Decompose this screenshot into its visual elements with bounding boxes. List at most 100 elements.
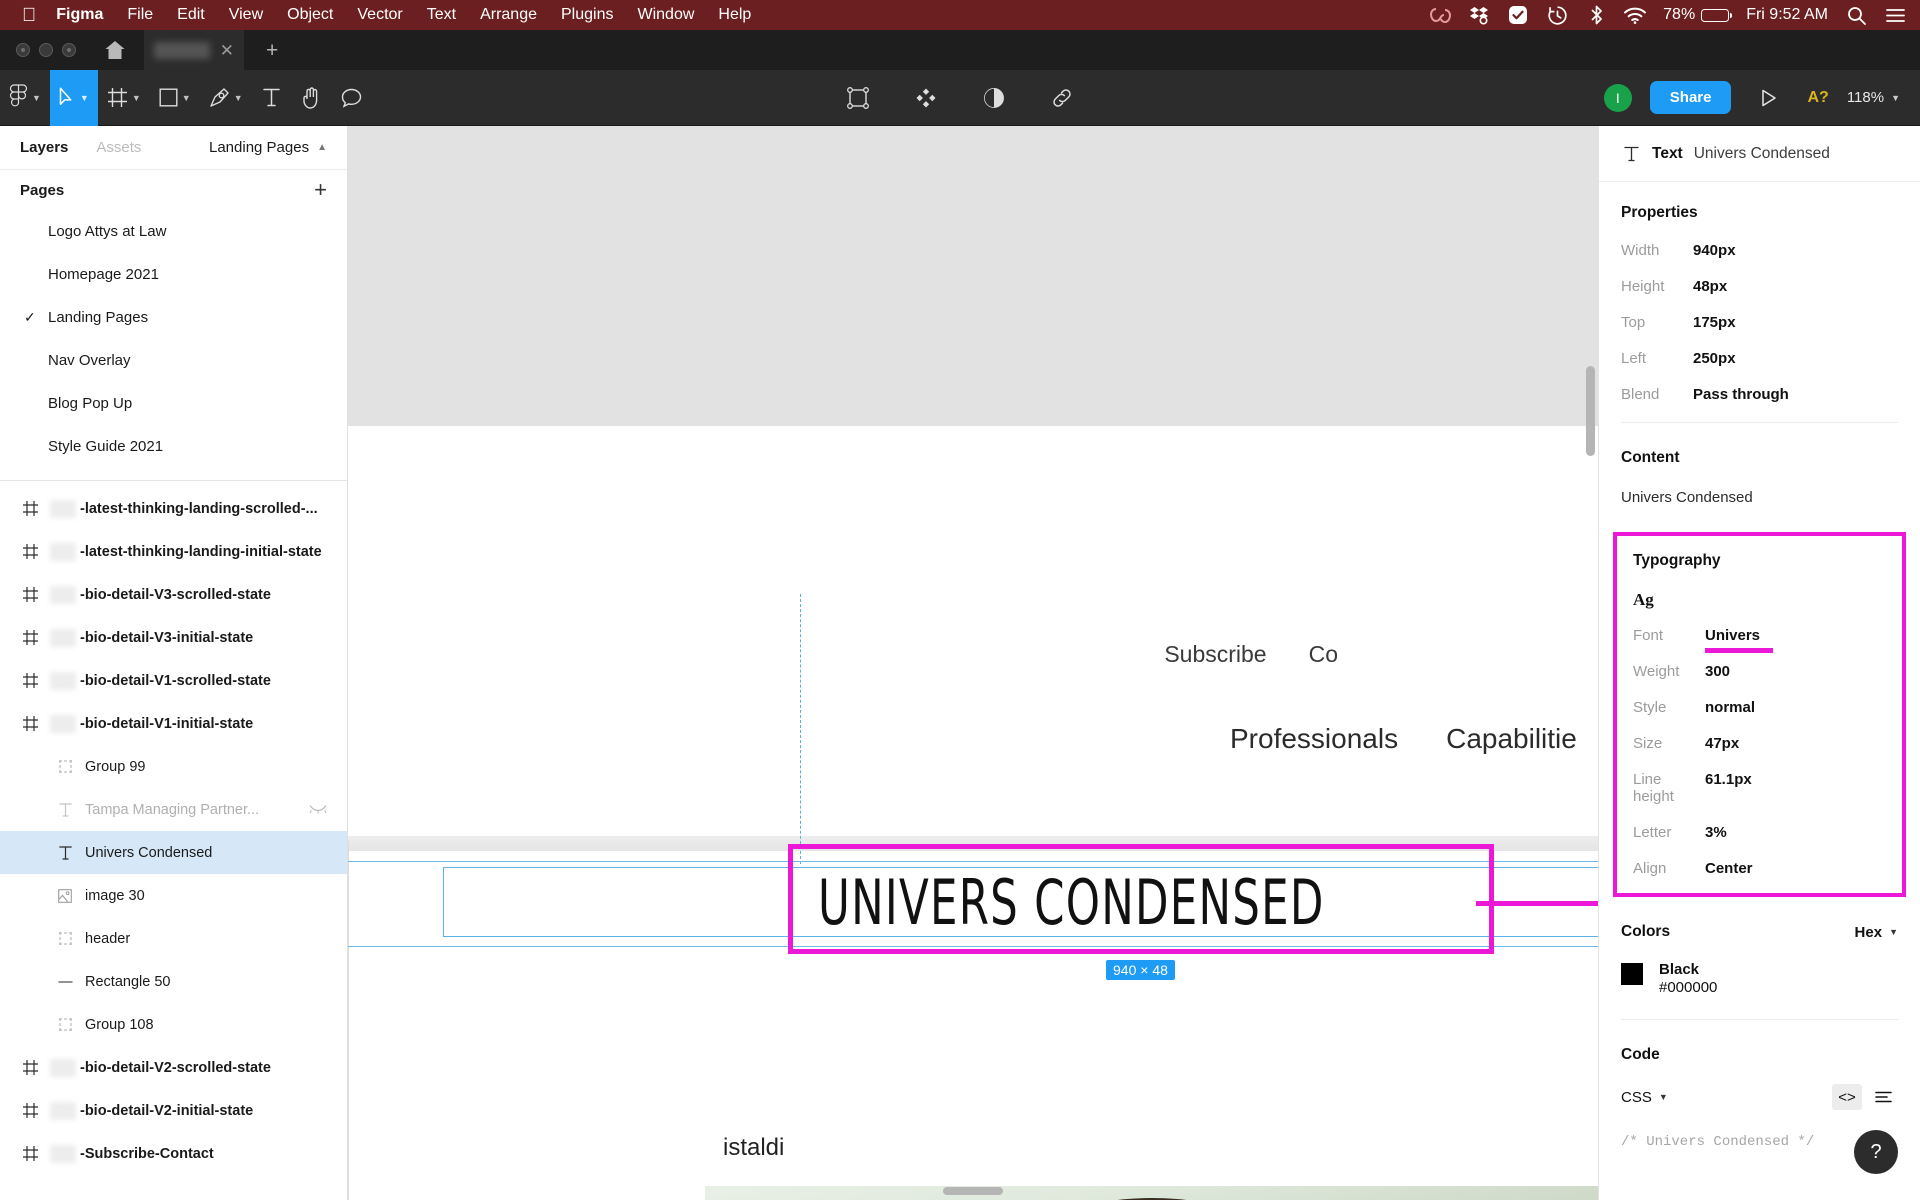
layer-row[interactable]: -Subscribe-Contact xyxy=(0,1132,347,1175)
control-center-icon[interactable] xyxy=(1884,5,1906,26)
content-value[interactable]: Univers Condensed xyxy=(1599,489,1920,524)
color-swatch-row[interactable]: Black #000000 xyxy=(1621,961,1898,997)
minimize-window-button[interactable] xyxy=(39,43,53,57)
menu-item-help[interactable]: Help xyxy=(718,6,751,24)
layer-row[interactable]: Tampa Managing Partner... xyxy=(0,788,347,831)
layer-row[interactable]: -latest-thinking-landing-initial-state xyxy=(0,530,347,573)
time-machine-icon[interactable] xyxy=(1546,5,1568,26)
page-row[interactable]: Homepage 2021 xyxy=(0,253,347,296)
page-row-active[interactable]: ✓ Landing Pages xyxy=(0,296,347,339)
design-canvas[interactable]: Subscribe Co Professionals Capabilitie U… xyxy=(348,126,1598,1200)
frame-tool-icon[interactable]: ▼ xyxy=(98,70,150,126)
apple-icon[interactable]:  xyxy=(22,6,36,25)
nav-link-subscribe[interactable]: Subscribe xyxy=(1164,641,1266,668)
link-icon[interactable] xyxy=(1042,70,1082,126)
menu-item-file[interactable]: File xyxy=(127,6,153,24)
property-value[interactable]: Pass through xyxy=(1693,386,1789,403)
typography-value[interactable]: 3% xyxy=(1705,824,1727,841)
file-tab[interactable]: ✕ xyxy=(144,30,244,70)
layer-row-selected[interactable]: Univers Condensed xyxy=(0,831,347,874)
layer-row[interactable]: -latest-thinking-landing-scrolled-... xyxy=(0,487,347,530)
code-language-selector[interactable]: CSS ▼ xyxy=(1621,1089,1668,1106)
typography-value[interactable]: 47px xyxy=(1705,735,1739,752)
color-hex-value[interactable]: #000000 xyxy=(1659,979,1717,996)
layer-row[interactable]: Group 108 xyxy=(0,1003,347,1046)
menu-item-object[interactable]: Object xyxy=(287,6,333,24)
add-page-button[interactable]: + xyxy=(314,179,327,201)
boolean-icon[interactable] xyxy=(974,70,1014,126)
plus-icon[interactable]: + xyxy=(266,40,278,61)
typography-value[interactable]: Center xyxy=(1705,860,1753,877)
help-button[interactable]: ? xyxy=(1854,1130,1898,1174)
property-value[interactable]: 250px xyxy=(1693,350,1736,367)
component-icon[interactable] xyxy=(906,70,946,126)
move-tool-icon[interactable]: ▼ xyxy=(49,69,98,126)
share-button[interactable]: Share xyxy=(1649,81,1732,114)
pen-tool-icon[interactable]: ▼ xyxy=(200,70,252,126)
layer-row[interactable]: -bio-detail-V3-scrolled-state xyxy=(0,573,347,616)
typography-value[interactable]: normal xyxy=(1705,699,1755,716)
property-value[interactable]: 48px xyxy=(1693,278,1727,295)
menu-item-plugins[interactable]: Plugins xyxy=(561,6,613,24)
mask-icon[interactable] xyxy=(838,70,878,126)
layer-row[interactable]: -bio-detail-V3-initial-state xyxy=(0,616,347,659)
search-icon[interactable] xyxy=(1845,5,1867,26)
typography-value[interactable]: 300 xyxy=(1705,663,1730,680)
shape-tool-icon[interactable]: ▼ xyxy=(150,70,200,126)
nav-link-professionals[interactable]: Professionals xyxy=(1230,723,1398,755)
nav-link-capabilities-partial[interactable]: Capabilitie xyxy=(1446,723,1577,755)
menu-item-window[interactable]: Window xyxy=(637,6,694,24)
menu-item-edit[interactable]: Edit xyxy=(177,6,205,24)
text-tool-icon[interactable] xyxy=(252,70,292,126)
bluetooth-icon[interactable] xyxy=(1585,5,1607,26)
checkmark-icon[interactable] xyxy=(1507,5,1529,26)
clock-label[interactable]: Fri 9:52 AM xyxy=(1746,6,1828,24)
dropbox-icon[interactable] xyxy=(1468,5,1490,26)
color-format-selector[interactable]: Hex ▼ xyxy=(1855,924,1898,941)
comment-tool-icon[interactable] xyxy=(332,70,372,126)
home-icon[interactable] xyxy=(102,37,128,63)
layer-row[interactable]: image 30 xyxy=(0,874,347,917)
tab-layers[interactable]: Layers xyxy=(20,139,68,156)
layer-row[interactable]: -bio-detail-V1-scrolled-state xyxy=(0,659,347,702)
layer-row[interactable]: -bio-detail-V1-initial-state xyxy=(0,702,347,745)
layer-row[interactable]: -bio-detail-V2-scrolled-state xyxy=(0,1046,347,1089)
typography-value[interactable]: 61.1px xyxy=(1705,771,1752,805)
page-row[interactable]: Nav Overlay xyxy=(0,339,347,382)
property-value[interactable]: 175px xyxy=(1693,314,1736,331)
property-value[interactable]: 940px xyxy=(1693,242,1736,259)
menu-item-view[interactable]: View xyxy=(229,6,263,24)
list-icon[interactable] xyxy=(1868,1084,1898,1110)
play-icon[interactable] xyxy=(1749,70,1789,126)
code-icon[interactable]: <> xyxy=(1832,1084,1862,1110)
maximize-window-button[interactable] xyxy=(62,43,76,57)
close-icon[interactable]: ✕ xyxy=(220,42,234,59)
layer-row[interactable]: Group 99 xyxy=(0,745,347,788)
canvas-scrollbar-vertical[interactable] xyxy=(1586,366,1595,456)
menu-item-text[interactable]: Text xyxy=(427,6,456,24)
eye-off-icon[interactable] xyxy=(309,802,327,817)
menu-item-vector[interactable]: Vector xyxy=(357,6,402,24)
creative-cloud-icon[interactable] xyxy=(1429,5,1451,26)
battery-status[interactable]: 78% xyxy=(1663,6,1733,24)
canvas-scrollbar-horizontal[interactable] xyxy=(943,1187,1003,1195)
layer-row[interactable]: Rectangle 50 xyxy=(0,960,347,1003)
wifi-icon[interactable] xyxy=(1624,5,1647,26)
menu-item-figma[interactable]: Figma xyxy=(56,6,103,24)
avatar[interactable]: I xyxy=(1603,83,1632,112)
typography-value-font[interactable]: Univers xyxy=(1705,627,1760,644)
menu-item-arrange[interactable]: Arrange xyxy=(480,6,537,24)
figma-menu-icon[interactable]: ▼ xyxy=(0,70,50,126)
page-row[interactable]: Blog Pop Up xyxy=(0,382,347,425)
page-row[interactable]: Style Guide 2021 xyxy=(0,425,347,468)
accessibility-badge[interactable]: A? xyxy=(1807,89,1828,107)
tab-assets[interactable]: Assets xyxy=(96,139,141,156)
zoom-level-selector[interactable]: 118% ▼ xyxy=(1847,89,1900,106)
page-selector[interactable]: Landing Pages ▲ xyxy=(209,139,327,156)
close-window-button[interactable] xyxy=(16,43,30,57)
nav-link-contact-partial[interactable]: Co xyxy=(1309,641,1338,668)
page-row[interactable]: Logo Attys at Law xyxy=(0,210,347,253)
hand-tool-icon[interactable] xyxy=(292,70,332,126)
layer-row[interactable]: header xyxy=(0,917,347,960)
layer-row[interactable]: -bio-detail-V2-initial-state xyxy=(0,1089,347,1132)
